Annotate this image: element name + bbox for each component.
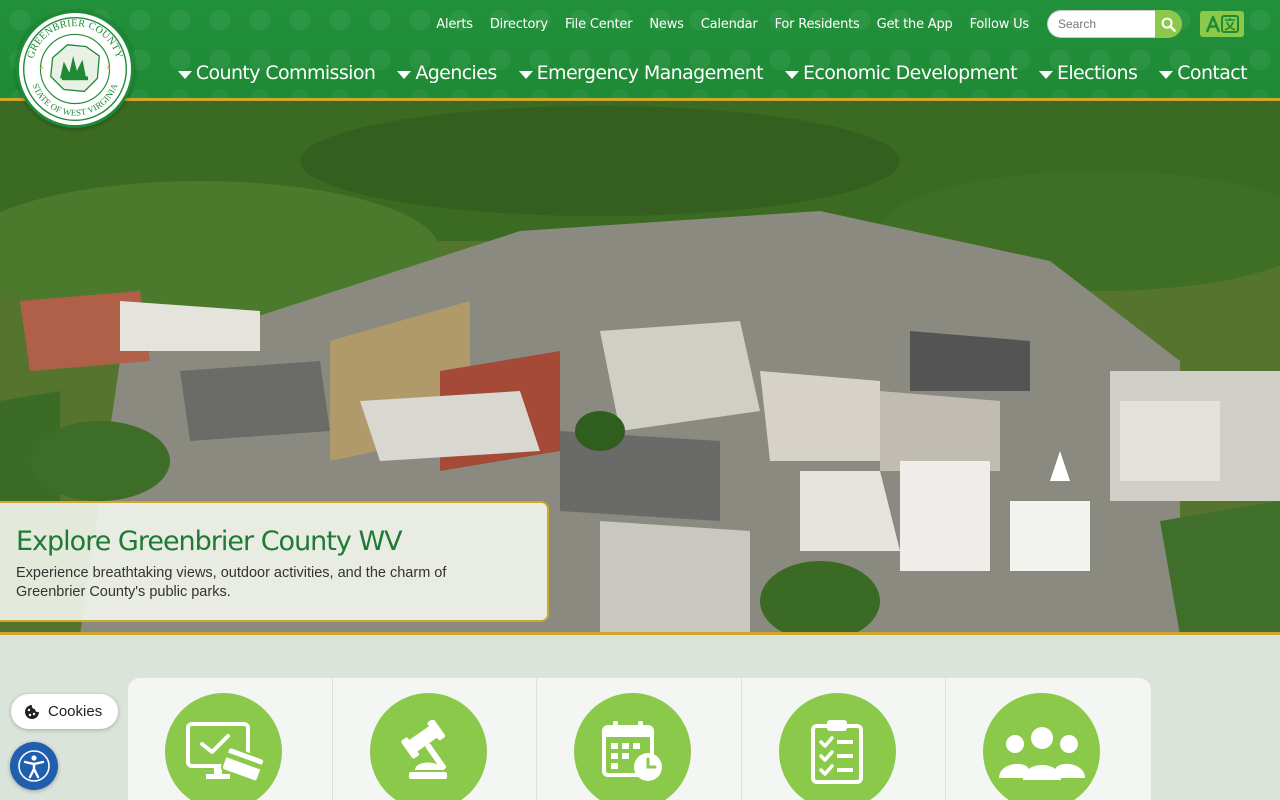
quick-link-tile[interactable] (946, 678, 1151, 800)
quick-link-tile[interactable] (537, 678, 742, 800)
util-link-alerts[interactable]: Alerts (436, 17, 473, 32)
nav-label: Economic Development (803, 62, 1018, 84)
util-link-get-the-app[interactable]: Get the App (877, 17, 953, 32)
site-header: Alerts Directory File Center News Calend… (0, 0, 1280, 101)
util-link-file-center[interactable]: File Center (565, 17, 633, 32)
search-box (1047, 10, 1182, 38)
util-link-calendar[interactable]: Calendar (701, 17, 758, 32)
county-seal-graphic: GREENBRIER COUNTY STATE OF WEST VIRGINIA (21, 15, 129, 123)
cookie-icon (25, 704, 39, 719)
tile-icon-circle (369, 693, 487, 800)
main-nav: County Commission Agencies Emergency Man… (156, 62, 1248, 84)
search-icon (1161, 17, 1176, 32)
caret-down-icon (518, 70, 533, 79)
caret-down-icon (785, 70, 799, 79)
quick-link-tile[interactable] (742, 678, 947, 800)
util-link-for-residents[interactable]: For Residents (775, 17, 860, 32)
caret-down-icon (397, 70, 412, 79)
tile-icon-circle (574, 693, 692, 800)
nav-label: Emergency Management (536, 62, 764, 84)
util-link-news[interactable]: News (649, 17, 684, 32)
checklist-clipboard-icon (811, 719, 864, 784)
cookies-label: Cookies (48, 703, 103, 720)
tile-icon-circle (165, 693, 282, 800)
quick-links-section (0, 635, 1280, 800)
caret-down-icon (1038, 70, 1053, 79)
hero-banner: Explore Greenbrier County WV Experience … (0, 101, 1280, 635)
util-link-directory[interactable]: Directory (490, 17, 548, 32)
translate-button[interactable] (1200, 11, 1244, 37)
community-group-icon (998, 726, 1085, 780)
nav-emergency-management[interactable]: Emergency Management (518, 62, 764, 84)
translate-icon (1205, 15, 1239, 33)
online-payment-icon (185, 721, 264, 782)
search-button[interactable] (1155, 10, 1182, 38)
utility-nav: Alerts Directory File Center News Calend… (436, 10, 1280, 38)
calendar-clock-icon (601, 720, 662, 781)
tile-icon-circle (778, 693, 896, 800)
county-seal-logo[interactable]: GREENBRIER COUNTY STATE OF WEST VIRGINIA (16, 10, 134, 128)
cookies-button[interactable]: Cookies (11, 694, 118, 729)
search-input[interactable] (1047, 10, 1155, 38)
accessibility-button[interactable] (10, 742, 58, 790)
nav-contact[interactable]: Contact (1159, 62, 1248, 84)
nav-label: Contact (1177, 62, 1247, 84)
hero-title: Explore Greenbrier County WV (16, 526, 403, 557)
quick-links-tiles (128, 678, 1151, 800)
caret-down-icon (177, 70, 192, 79)
nav-agencies[interactable]: Agencies (397, 62, 497, 84)
hero-description: Experience breathtaking views, outdoor a… (16, 565, 447, 600)
util-link-follow-us[interactable]: Follow Us (970, 17, 1030, 32)
nav-label: Elections (1056, 62, 1138, 84)
gavel-icon (401, 719, 448, 779)
caret-down-icon (1159, 70, 1174, 79)
nav-economic-development[interactable]: Economic Development (785, 62, 1018, 84)
nav-label: Agencies (415, 62, 497, 84)
nav-label: County Commission (195, 62, 376, 84)
tile-icon-circle (983, 693, 1101, 800)
nav-elections[interactable]: Elections (1038, 62, 1138, 84)
hero-callout-card: Explore Greenbrier County WV Experience … (0, 501, 549, 622)
nav-county-commission[interactable]: County Commission (177, 62, 376, 84)
accessibility-icon (18, 750, 50, 782)
quick-link-tile[interactable] (333, 678, 538, 800)
quick-link-tile[interactable] (128, 678, 333, 800)
